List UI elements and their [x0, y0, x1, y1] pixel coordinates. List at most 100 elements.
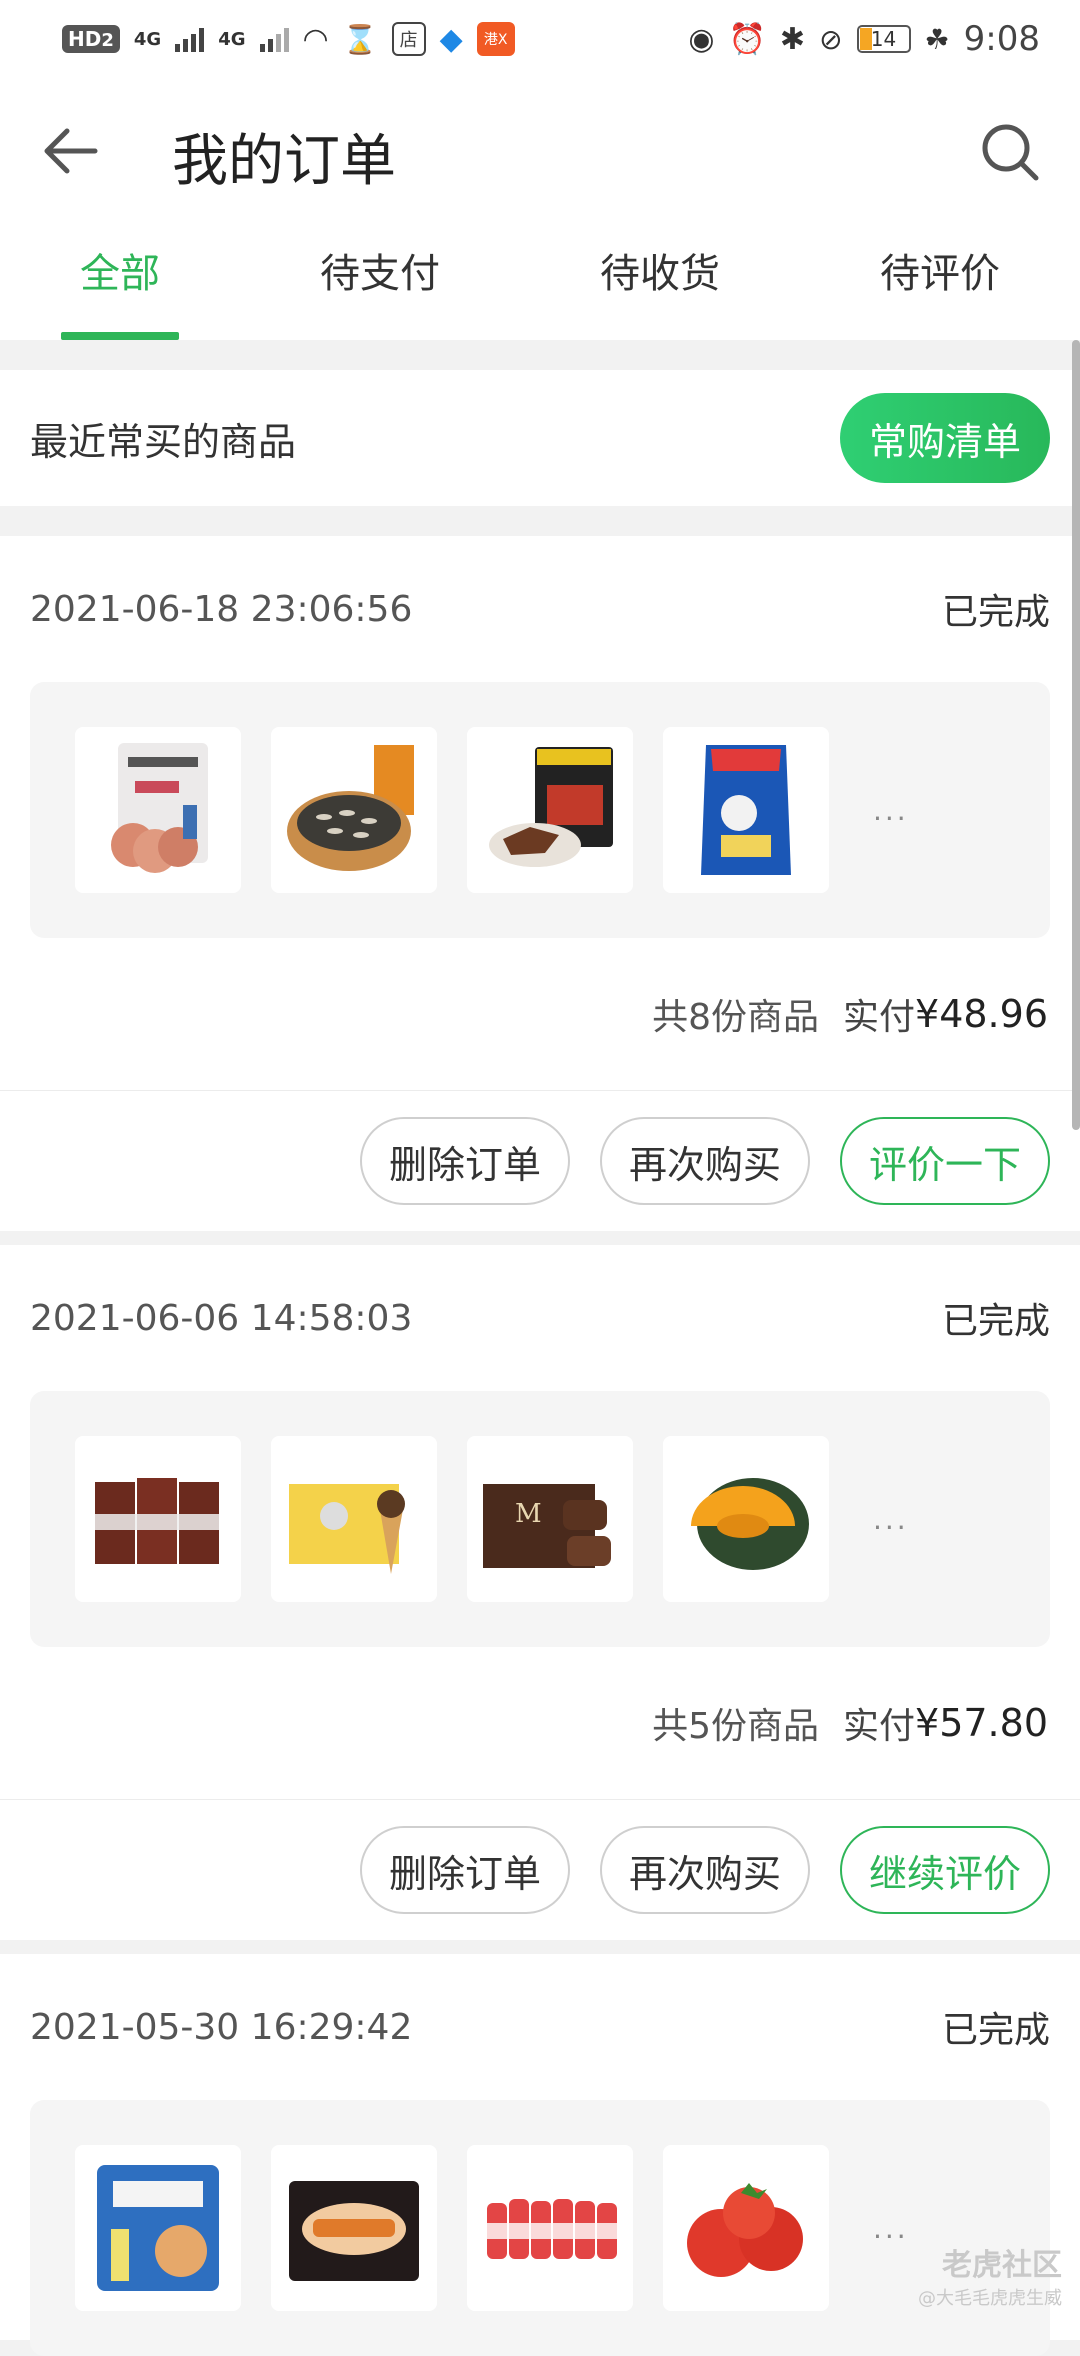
- product-thumb: [663, 2145, 829, 2311]
- order-summary: 共8份商品 实付 ¥48.96: [0, 938, 1080, 1090]
- continue-review-button[interactable]: 继续评价: [840, 1826, 1050, 1914]
- tab-label: 待收货: [600, 241, 720, 299]
- beef-jerky-image: [475, 735, 625, 885]
- order-header: 2021-06-06 14:58:03 已完成: [0, 1245, 1080, 1391]
- order-date: 2021-06-18 23:06:56: [30, 589, 412, 630]
- app-notification-icon: 港X: [477, 22, 515, 56]
- pumpkin-image: [671, 1444, 821, 1594]
- review-button[interactable]: 评价一下: [840, 1117, 1050, 1205]
- order-header: 2021-06-18 23:06:56 已完成: [0, 536, 1080, 682]
- paid-amount: ¥57.80: [915, 1701, 1048, 1745]
- status-bar: HD2 4G 4G ◠ ⌛ 店 ◆ 港X ◉ ⏰ ✱ ⊘ 14 ☘ 9:08: [0, 0, 1080, 78]
- status-bar-left: HD2 4G 4G ◠ ⌛ 店 ◆ 港X: [62, 22, 515, 57]
- clock: 9:08: [964, 19, 1040, 59]
- shield-icon: ◆: [440, 22, 463, 57]
- frequent-purchases-title: 最近常买的商品: [30, 411, 296, 466]
- order-goods[interactable]: ...: [30, 682, 1050, 938]
- order-tabs: 全部 待支付 待收货 待评价: [0, 218, 1080, 340]
- product-thumb: [467, 727, 633, 893]
- delete-order-button[interactable]: 删除订单: [360, 1826, 570, 1914]
- paid-label: 实付: [843, 988, 915, 1040]
- frequent-purchases-row: 最近常买的商品 常购清单: [0, 370, 1080, 506]
- status-bar-right: ◉ ⏰ ✱ ⊘ 14 ☘ 9:08: [688, 19, 1040, 59]
- svg-text:M: M: [515, 1499, 542, 1529]
- product-thumb: [75, 727, 241, 893]
- more-items-indicator: ...: [873, 794, 909, 827]
- alarm-icon: ⏰: [729, 22, 766, 57]
- back-button[interactable]: [36, 116, 106, 186]
- item-count: 共8份商品: [652, 988, 819, 1040]
- hourglass-icon: ⌛: [343, 23, 378, 56]
- order-header: 2021-05-30 16:29:42 已完成: [0, 1954, 1080, 2100]
- page-title: 我的订单: [172, 116, 396, 197]
- wifi-icon: ◠: [303, 22, 329, 57]
- search-icon: [979, 121, 1041, 183]
- watermark-author: @大毛毛虎虎生威: [918, 2284, 1062, 2310]
- more-items-indicator: ...: [873, 1503, 909, 1536]
- buy-again-button[interactable]: 再次购买: [600, 1826, 810, 1914]
- mute-bell-icon: ⊘: [819, 23, 842, 56]
- more-items-indicator: ...: [873, 2212, 909, 2245]
- eye-icon: ◉: [688, 22, 714, 57]
- product-thumb: M: [467, 1436, 633, 1602]
- order-goods[interactable]: M ...: [30, 1391, 1050, 1647]
- order-status: 已完成: [942, 1292, 1050, 1344]
- order-card: 2021-06-06 14:58:03 已完成 M: [0, 1245, 1080, 1940]
- chocolate-milk-image: [83, 1444, 233, 1594]
- tab-pending-delivery[interactable]: 待收货: [520, 218, 800, 340]
- arrow-left-icon: [43, 127, 99, 175]
- app-header: 我的订单: [0, 78, 1080, 218]
- signal-icon: [175, 26, 204, 52]
- product-thumb: [271, 2145, 437, 2311]
- ham-slices-image: [83, 735, 233, 885]
- product-thumb: [271, 727, 437, 893]
- tab-pending-review[interactable]: 待评价: [800, 218, 1080, 340]
- product-thumb: [271, 1436, 437, 1602]
- minion-ice-cream-image: [279, 1444, 429, 1594]
- battery-icon: 14: [857, 25, 911, 53]
- search-button[interactable]: [974, 116, 1046, 188]
- tab-label: 待评价: [880, 241, 1000, 299]
- product-thumb: [75, 2145, 241, 2311]
- product-thumb: [467, 2145, 633, 2311]
- store-app-icon: 店: [392, 22, 426, 56]
- tab-label: 待支付: [320, 241, 440, 299]
- yakult-drinks-image: [475, 2153, 625, 2303]
- order-goods[interactable]: ...: [30, 2100, 1050, 2356]
- delete-order-button[interactable]: 删除订单: [360, 1117, 570, 1205]
- sanitary-pads-image: [279, 2153, 429, 2303]
- tab-pending-payment[interactable]: 待支付: [240, 218, 520, 340]
- network-type-1: 4G: [134, 29, 161, 50]
- tab-all[interactable]: 全部: [0, 218, 240, 340]
- magnum-ice-cream-image: M: [475, 1444, 625, 1594]
- order-date: 2021-05-30 16:29:42: [30, 2007, 412, 2048]
- watermark: 老虎社区 @大毛毛虎虎生威: [918, 2240, 1062, 2310]
- product-thumb: [663, 727, 829, 893]
- product-thumb: [663, 1436, 829, 1602]
- hd-badge: HD2: [62, 25, 120, 53]
- frequent-list-button[interactable]: 常购清单: [840, 393, 1050, 483]
- buy-again-button[interactable]: 再次购买: [600, 1117, 810, 1205]
- tab-label: 全部: [80, 241, 160, 299]
- leaf-icon: ☘: [925, 23, 950, 56]
- signal-icon-2: [260, 26, 289, 52]
- network-type-2: 4G: [218, 29, 245, 50]
- product-thumb: [75, 1436, 241, 1602]
- order-actions: 删除订单 再次购买 评价一下: [0, 1091, 1080, 1231]
- order-card: 2021-06-18 23:06:56 已完成: [0, 536, 1080, 1231]
- order-summary: 共5份商品 实付 ¥57.80: [0, 1647, 1080, 1799]
- scrollbar[interactable]: [1072, 340, 1080, 1130]
- paid-label: 实付: [843, 1697, 915, 1749]
- tomatoes-image: [671, 2153, 821, 2303]
- order-status: 已完成: [942, 2001, 1050, 2053]
- sunflower-seeds-image: [279, 735, 429, 885]
- item-count: 共5份商品: [652, 1697, 819, 1749]
- order-actions: 删除订单 再次购买 继续评价: [0, 1800, 1080, 1940]
- puffed-snack-image: [671, 735, 821, 885]
- bluetooth-icon: ✱: [780, 22, 805, 57]
- paid-amount: ¥48.96: [915, 992, 1048, 1036]
- order-date: 2021-06-06 14:58:03: [30, 1298, 412, 1339]
- order-status: 已完成: [942, 583, 1050, 635]
- watermark-logo: 老虎社区: [918, 2240, 1062, 2284]
- tab-active-indicator: [61, 332, 179, 340]
